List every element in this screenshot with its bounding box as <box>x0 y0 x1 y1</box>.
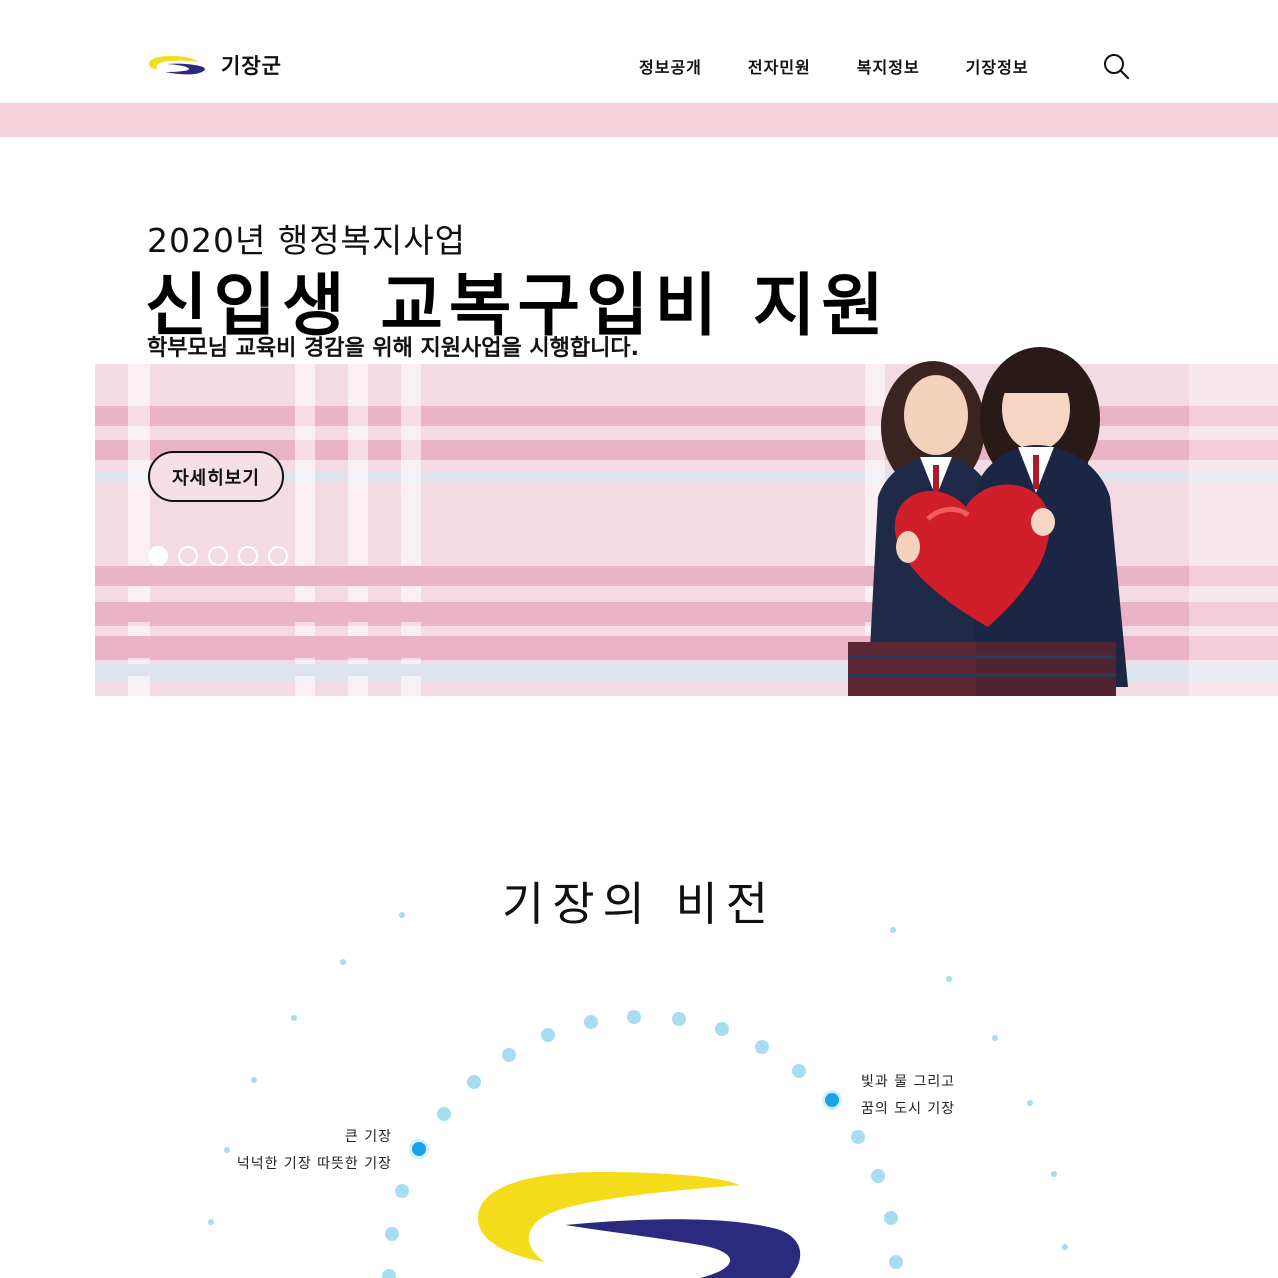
vision-diagram <box>208 912 1068 1278</box>
vision-text-right: 빛과 물 그리고 꿈의 도시 기장 <box>861 1069 955 1123</box>
logo-text: 기장군 <box>221 54 282 78</box>
logo-icon <box>149 56 205 75</box>
decorative-strip <box>0 103 1278 137</box>
search-icon <box>1104 54 1130 80</box>
slide-dot[interactable] <box>268 546 288 566</box>
vision-accent-dots <box>409 1090 842 1159</box>
nav-item-welfare[interactable]: 복지정보 <box>857 54 920 78</box>
slide-dot[interactable] <box>148 546 168 566</box>
vision-left-line2: 넉넉한 기장 따뜻한 기장 <box>236 1156 392 1172</box>
search-button[interactable] <box>1102 52 1132 82</box>
slide-dot[interactable] <box>208 546 228 566</box>
logo[interactable]: 기장군 <box>147 48 282 82</box>
vision-text-left: 큰 기장 넉넉한 기장 따뜻한 기장 <box>237 1124 392 1178</box>
plaid-fade <box>1189 364 1278 696</box>
nav-item-gijang-info[interactable]: 기장정보 <box>966 54 1029 78</box>
vision-left-line1: 큰 기장 <box>344 1129 392 1145</box>
gijang-emblem <box>478 1172 801 1278</box>
vision-right-line1: 빛과 물 그리고 <box>861 1074 956 1090</box>
site-header: 기장군 정보공개 전자민원 복지정보 기장정보 <box>0 0 1278 103</box>
hero-description: 학부모님 교육비 경감을 위해 지원사업을 시행합니다. <box>147 336 639 361</box>
slide-dot[interactable] <box>178 546 198 566</box>
students-photo <box>848 347 1128 696</box>
more-button[interactable]: 자세히보기 <box>148 451 284 502</box>
vision-right-line2: 꿈의 도시 기장 <box>861 1101 956 1117</box>
nav-item-e-civil[interactable]: 전자민원 <box>748 54 811 78</box>
nav-item-info-disclosure[interactable]: 정보공개 <box>639 54 702 78</box>
slide-dot[interactable] <box>238 546 258 566</box>
main-nav: 정보공개 전자민원 복지정보 기장정보 <box>639 54 1075 78</box>
slide-indicators <box>148 546 298 566</box>
